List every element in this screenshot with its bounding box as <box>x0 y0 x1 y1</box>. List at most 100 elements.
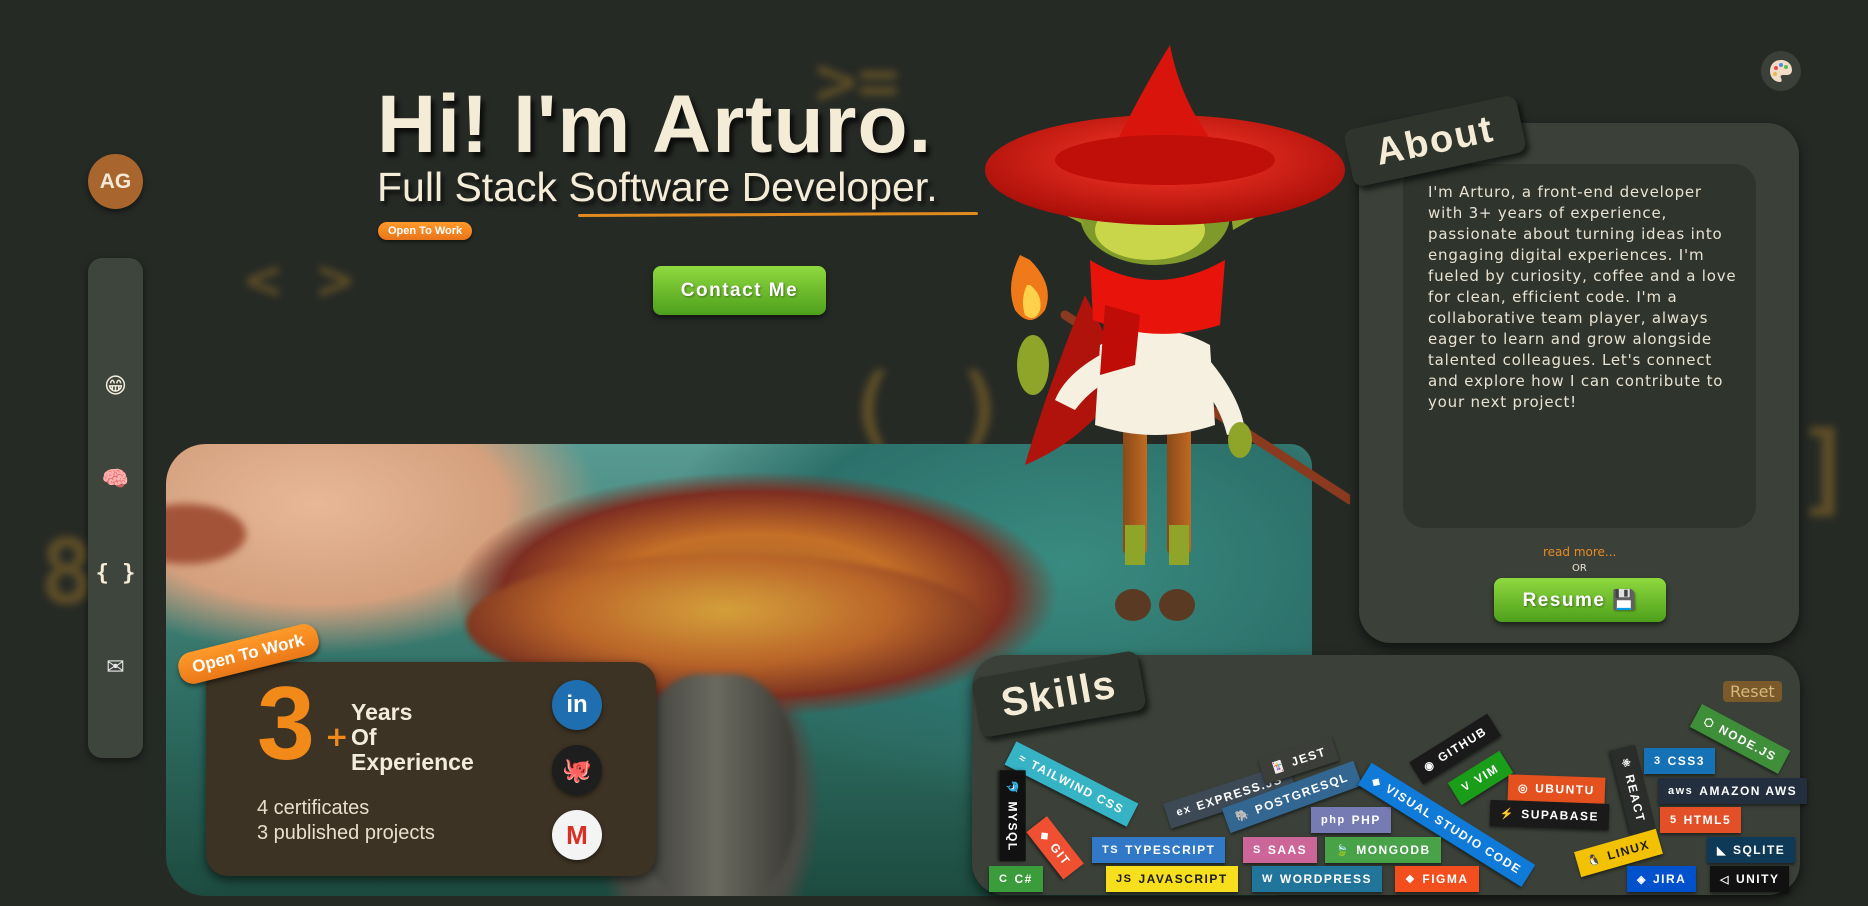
years-label-line-3: Experience <box>351 749 474 775</box>
linkedin-icon: in <box>566 691 588 718</box>
skill-label: UBUNTU <box>1534 781 1596 798</box>
deco-angle-brackets: < > <box>245 245 354 315</box>
skill-label: CSS3 <box>1667 754 1705 768</box>
envelope-icon: ✉ <box>106 654 125 680</box>
nav-item-contact[interactable]: ✉ <box>88 647 143 687</box>
typescript-icon: TS <box>1102 844 1120 856</box>
skill-label: REACT <box>1622 773 1648 824</box>
skill-chip-typescript[interactable]: TS TYPESCRIPT <box>1092 837 1226 863</box>
wordpress-icon: W <box>1262 873 1274 885</box>
nodejs-icon: ⬡ <box>1701 715 1718 732</box>
sqlite-icon: ◣ <box>1717 844 1727 857</box>
read-more-link[interactable]: read more... <box>1543 545 1616 559</box>
years-label: Years Of Experience <box>351 700 474 775</box>
hero-subtitle: Full Stack Software Developer. <box>377 164 938 210</box>
open-to-work-pill: Open To Work <box>378 222 473 240</box>
skill-chip-unity[interactable]: ◁ UNITY <box>1710 866 1790 892</box>
linkedin-link[interactable]: in <box>552 680 602 730</box>
nav-item-projects[interactable]: { } <box>88 553 143 593</box>
skill-chip-mongodb[interactable]: 🍃 MONGODB <box>1325 837 1441 863</box>
subtitle-underline <box>577 211 979 218</box>
vscode-icon: ◆ <box>1369 774 1385 790</box>
skill-chip-sqlite[interactable]: ◣ SQLITE <box>1707 837 1796 863</box>
skill-label: MONGODB <box>1356 843 1431 857</box>
supabase-icon: ⚡ <box>1499 807 1516 821</box>
unity-icon: ◁ <box>1720 873 1730 886</box>
javascript-icon: JS <box>1116 873 1133 885</box>
linux-icon: 🐧 <box>1585 852 1604 869</box>
skill-label: AMAZON AWS <box>1699 784 1798 798</box>
skill-chip-html5[interactable]: 5 HTML5 <box>1660 807 1742 833</box>
skill-label: PHP <box>1351 813 1381 827</box>
skill-chip-supabase[interactable]: ⚡ SUPABASE <box>1489 799 1610 831</box>
palette-icon <box>1770 60 1792 82</box>
skill-chip-csharp[interactable]: C C# <box>989 866 1043 892</box>
gmail-icon: M <box>566 819 588 850</box>
skill-label: C# <box>1014 872 1033 886</box>
jest-icon: 🃏 <box>1269 758 1288 776</box>
mushroom-stem <box>636 674 796 896</box>
skill-chip-mysql[interactable]: 🐬 MYSQL <box>999 770 1026 862</box>
brain-icon: 🧠 <box>101 466 130 492</box>
sass-icon: S <box>1253 844 1262 856</box>
skill-label: HTML5 <box>1683 813 1732 827</box>
skill-chip-sass[interactable]: S SAAS <box>1243 837 1318 863</box>
jira-icon: ◈ <box>1637 873 1647 886</box>
nav-item-about[interactable]: 🧠 <box>88 459 143 499</box>
avatar[interactable]: AG <box>88 154 143 209</box>
skill-label: SAAS <box>1267 843 1308 857</box>
express-icon: ex <box>1174 802 1194 819</box>
skill-chip-javascript[interactable]: JS JAVASCRIPT <box>1106 866 1238 892</box>
react-icon: ⚛ <box>1618 756 1634 771</box>
deco-bracket: ] <box>1795 410 1856 527</box>
csharp-icon: C <box>999 873 1009 885</box>
about-text: I'm Arturo, a front-end developer with 3… <box>1428 183 1737 411</box>
git-icon: ◆ <box>1037 828 1054 844</box>
years-number: 3 <box>257 666 315 782</box>
certificates-count: 4 certificates <box>257 797 370 819</box>
mysql-icon: 🐬 <box>1006 780 1019 796</box>
skill-chip-ubuntu[interactable]: ◎ UBUNTU <box>1507 774 1606 804</box>
skill-label: MYSQL <box>1005 801 1020 852</box>
skill-label: JEST <box>1289 744 1328 769</box>
skill-label: SUPABASE <box>1520 807 1600 824</box>
deco-eight: 8 <box>40 520 95 625</box>
skill-chip-figma[interactable]: ❖ FIGMA <box>1395 866 1479 892</box>
small-mushroom <box>166 504 246 564</box>
skill-label: TYPESCRIPT <box>1125 843 1216 857</box>
skill-label: JAVASCRIPT <box>1138 872 1228 886</box>
ubuntu-icon: ◎ <box>1517 782 1530 795</box>
github-icon: ◉ <box>1421 757 1438 774</box>
aws-icon: aws <box>1668 785 1694 797</box>
html5-icon: 5 <box>1670 814 1678 826</box>
years-label-line-1: Years <box>351 699 413 725</box>
contact-me-button[interactable]: Contact Me <box>653 266 826 315</box>
skill-label: SQLITE <box>1732 843 1786 857</box>
frog-wizard-character <box>985 45 1350 621</box>
php-icon: php <box>1321 814 1346 826</box>
code-braces-icon: { } <box>95 560 136 586</box>
skill-label: JIRA <box>1652 872 1687 886</box>
figma-icon: ❖ <box>1405 873 1417 886</box>
skill-chip-aws[interactable]: aws AMAZON AWS <box>1658 778 1808 804</box>
skill-chip-jira[interactable]: ◈ JIRA <box>1627 866 1697 892</box>
tailwind-icon: ≈ <box>1016 752 1029 767</box>
or-separator: OR <box>1572 563 1587 574</box>
github-icon: 🐙 <box>562 756 592 784</box>
theme-palette-button[interactable] <box>1761 51 1801 91</box>
nav-item-home[interactable]: 😁 <box>88 366 143 406</box>
hero-title: Hi! I'm Arturo. <box>377 79 933 170</box>
skill-label: WORDPRESS <box>1279 872 1373 886</box>
published-projects-count: 3 published projects <box>257 822 435 844</box>
skill-label: FIGMA <box>1422 872 1469 886</box>
skill-chip-php[interactable]: php PHP <box>1311 807 1391 833</box>
skill-chip-wordpress[interactable]: W WORDPRESS <box>1252 866 1383 892</box>
gmail-link[interactable]: M <box>552 810 602 860</box>
resume-button[interactable]: Resume 💾 <box>1494 578 1666 622</box>
skill-label: LINUX <box>1605 837 1652 863</box>
skill-chip-css3[interactable]: 3 CSS3 <box>1644 748 1715 774</box>
mongodb-icon: 🍃 <box>1335 844 1351 857</box>
github-link[interactable]: 🐙 <box>552 745 602 795</box>
reset-button[interactable]: Reset <box>1723 681 1782 702</box>
sidebar-nav: 😁 🧠 { } ✉ <box>88 258 143 758</box>
